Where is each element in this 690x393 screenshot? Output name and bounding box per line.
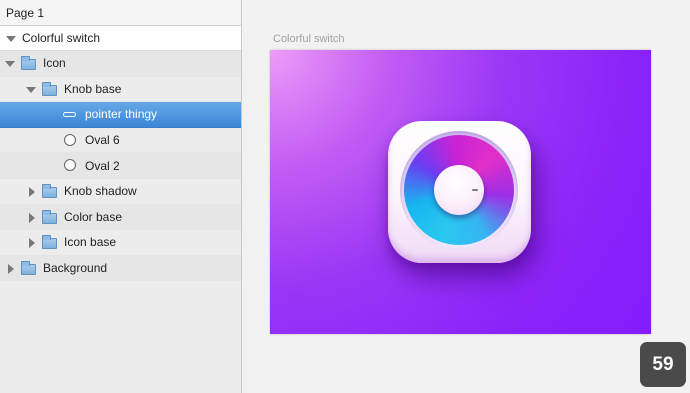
layer-oval-2[interactable]: Oval 2 <box>0 153 241 179</box>
artboard[interactable] <box>270 50 651 334</box>
layer-label: Knob shadow <box>64 184 137 199</box>
page-label: Page 1 <box>6 6 45 20</box>
disclosure-collapsed-icon[interactable] <box>29 238 35 249</box>
knob-base[interactable] <box>434 165 484 215</box>
artboard-title[interactable]: Colorful switch <box>273 33 345 45</box>
folder-icon <box>42 235 57 250</box>
disclosure-expanded-icon[interactable] <box>5 61 15 67</box>
disclosure-collapsed-icon[interactable] <box>29 212 35 223</box>
layer-label: Color base <box>64 209 123 224</box>
folder-icon <box>42 183 57 198</box>
oval-icon <box>64 159 76 172</box>
disclosure-expanded-icon[interactable] <box>6 36 16 42</box>
layer-pointer-thingy[interactable]: pointer thingy <box>0 102 241 128</box>
layer-label: Icon <box>43 56 66 71</box>
layer-label: Oval 2 <box>85 158 120 173</box>
layer-knob-shadow[interactable]: Knob shadow <box>0 179 241 205</box>
layer-artboard[interactable]: Colorful switch <box>0 26 241 51</box>
page-selector[interactable]: Page 1 <box>0 0 241 26</box>
layer-oval-6[interactable]: Oval 6 <box>0 128 241 154</box>
layer-color-base[interactable]: Color base <box>0 204 241 231</box>
app-icon-base[interactable] <box>388 121 531 263</box>
disclosure-expanded-icon[interactable] <box>26 86 36 93</box>
layer-label: Icon base <box>64 235 117 250</box>
folder-icon <box>21 56 36 70</box>
artboard-layer-label: Colorful switch <box>22 31 101 45</box>
folder-icon <box>21 260 36 275</box>
layer-label: pointer thingy <box>85 107 158 122</box>
layer-icon-base[interactable]: Icon base <box>0 230 241 256</box>
oval-icon <box>64 133 76 146</box>
canvas[interactable]: Colorful switch <box>243 0 690 393</box>
layer-label: Oval 6 <box>85 133 120 148</box>
folder-icon <box>42 81 57 96</box>
layers-panel: Page 1 Colorful switch Icon Knob base po… <box>0 0 242 393</box>
layer-icon[interactable]: Icon <box>0 51 241 77</box>
disclosure-collapsed-icon[interactable] <box>29 186 35 197</box>
folder-icon <box>42 209 57 224</box>
disclosure-collapsed-icon[interactable] <box>8 263 14 274</box>
pointer-thingy[interactable] <box>472 189 478 191</box>
knob-shadow-ring <box>400 131 518 249</box>
layer-label: Background <box>43 261 108 276</box>
color-base-ring <box>404 135 514 245</box>
rounded-rectangle-icon <box>63 112 76 118</box>
layer-background[interactable]: Background <box>0 255 241 282</box>
page-number-badge: 59 <box>640 342 686 387</box>
layer-label: Knob base <box>64 81 122 96</box>
layer-knob-base[interactable]: Knob base <box>0 77 241 103</box>
